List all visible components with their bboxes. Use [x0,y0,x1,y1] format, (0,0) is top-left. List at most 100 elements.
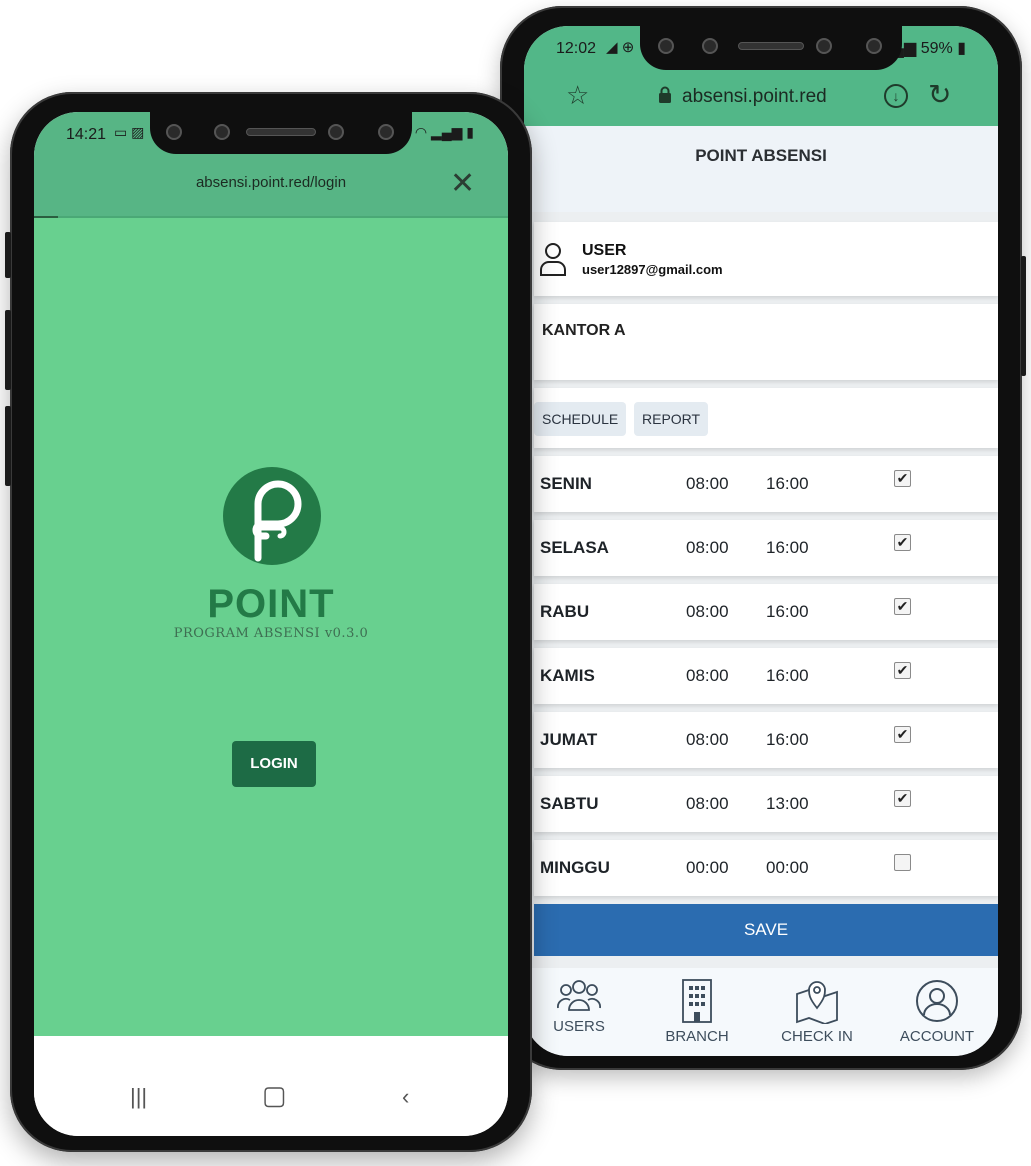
notch [150,112,412,154]
side-button [5,310,11,390]
end-time[interactable]: 13:00 [766,794,809,814]
url-text[interactable]: absensi.point.red/login [34,174,508,191]
camera-icon [166,124,182,140]
end-time[interactable]: 16:00 [766,666,809,686]
start-time[interactable]: 08:00 [686,538,729,558]
download-icon[interactable]: ↓ [884,84,908,108]
end-time[interactable]: 16:00 [766,538,809,558]
day-label: SABTU [540,794,599,813]
sensor-icon [866,38,882,54]
sensor-icon [378,124,394,140]
point-logo [223,467,321,565]
active-checkbox[interactable]: ✔ [894,598,911,615]
start-time[interactable]: 08:00 [686,730,729,750]
star-icon[interactable]: ☆ [566,80,589,111]
end-time[interactable]: 16:00 [766,730,809,750]
start-time[interactable]: 08:00 [686,474,729,494]
camera-icon [658,38,674,54]
save-button[interactable]: SAVE [534,904,998,956]
reload-icon[interactable]: ↻ [928,78,951,111]
tab-report[interactable]: REPORT [634,402,709,436]
schedule-list: SENIN 08:00 16:00 ✔ SELASA 08:00 16:00 ✔… [534,456,998,904]
schedule-screen: 12:02 ◢ ⊕ ▂▄▆ 59% ▮ ☆ absensi.point.red … [524,26,998,1056]
bottom-nav: USERS BRANCH CHECK IN ACCOUNT [524,968,998,1056]
schedule-row-kamis: KAMIS 08:00 16:00 ✔ [534,648,998,704]
recents-icon[interactable]: ||| [130,1084,147,1110]
home-icon[interactable]: ▢ [262,1080,287,1111]
browser-toolbar: ☆ absensi.point.red ↓ ↻ [524,70,998,126]
nav-account-label: ACCOUNT [899,1028,975,1045]
login-button[interactable]: LOGIN [232,741,316,787]
schedule-row-sabtu: SABTU 08:00 13:00 ✔ [534,776,998,832]
day-label: SENIN [540,474,592,493]
office-name: KANTOR A [542,322,626,339]
side-button [5,406,11,486]
camera-icon [816,38,832,54]
building-icon [682,979,712,1023]
wifi-icon: ◠ [414,124,428,140]
nav-users[interactable]: USERS [524,978,634,1035]
camera-icon [328,124,344,140]
tagline: PROGRAM ABSENSI v0.3.0 [173,626,369,641]
day-label: KAMIS [540,666,595,685]
office-card[interactable]: KANTOR A [534,304,998,380]
app-header: POINT ABSENSI [524,126,998,212]
user-icon [540,243,566,276]
map-pin-icon [796,981,838,1024]
start-time[interactable]: 08:00 [686,602,729,622]
page-title: POINT ABSENSI [695,146,827,165]
telegram-icon: ◢ ⊕ [606,39,635,56]
phone-back: 12:02 ◢ ⊕ ▂▄▆ 59% ▮ ☆ absensi.point.red … [500,6,1026,1070]
brand-name: POINT [207,582,335,626]
user-card: USER user12897@gmail.com [534,222,998,296]
sensor-icon [702,38,718,54]
end-time[interactable]: 00:00 [766,858,809,878]
browser-toolbar: absensi.point.red/login ✕ [34,156,508,218]
nav-branch[interactable]: BRANCH [642,978,752,1045]
end-time[interactable]: 16:00 [766,602,809,622]
login-panel: POINT PROGRAM ABSENSI v0.3.0 LOGIN [34,218,508,1036]
active-checkbox[interactable] [894,854,911,871]
side-button [5,232,11,278]
account-icon [916,980,958,1022]
battery-percent: 59% [920,40,953,57]
day-label: JUMAT [540,730,598,749]
tabs-card: SCHEDULE REPORT [534,388,998,448]
schedule-row-minggu: MINGGU 00:00 00:00 [534,840,998,896]
lock-icon [659,86,671,103]
active-checkbox[interactable]: ✔ [894,534,911,551]
active-checkbox[interactable]: ✔ [894,470,911,487]
schedule-row-jumat: JUMAT 08:00 16:00 ✔ [534,712,998,768]
nav-check-in[interactable]: CHECK IN [762,978,872,1045]
url-text[interactable]: absensi.point.red [682,86,827,108]
schedule-row-rabu: RABU 08:00 16:00 ✔ [534,584,998,640]
start-time[interactable]: 08:00 [686,666,729,686]
back-icon[interactable]: ‹ [402,1084,409,1110]
user-email: user12897@gmail.com [582,262,723,277]
side-button [1021,256,1026,376]
user-name: USER [582,242,627,259]
active-checkbox[interactable]: ✔ [894,726,911,743]
speaker-grille [246,128,316,136]
schedule-row-selasa: SELASA 08:00 16:00 ✔ [534,520,998,576]
phone-front: 14:21 ▭ ▨ ✕ ◠ ▂▄▆ ▮ absensi.point.red/lo… [5,92,532,1152]
active-checkbox[interactable]: ✔ [894,662,911,679]
speaker-grille [738,42,804,50]
end-time[interactable]: 16:00 [766,474,809,494]
nav-check-in-label: CHECK IN [781,1028,853,1045]
tab-schedule[interactable]: SCHEDULE [534,402,627,436]
notification-icons: ▭ ▨ [114,124,145,140]
status-time: 14:21 [66,126,107,143]
active-checkbox[interactable]: ✔ [894,790,911,807]
status-time: 12:02 [556,40,597,57]
start-time[interactable]: 00:00 [686,858,729,878]
close-icon[interactable]: ✕ [450,166,475,201]
battery-icon: ▮ [957,40,966,57]
day-label: SELASA [540,538,609,557]
nav-account[interactable]: ACCOUNT [882,978,992,1045]
nav-branch-label: BRANCH [665,1028,729,1045]
sensor-icon [214,124,230,140]
notch [640,26,902,70]
start-time[interactable]: 08:00 [686,794,729,814]
day-label: RABU [540,602,590,621]
